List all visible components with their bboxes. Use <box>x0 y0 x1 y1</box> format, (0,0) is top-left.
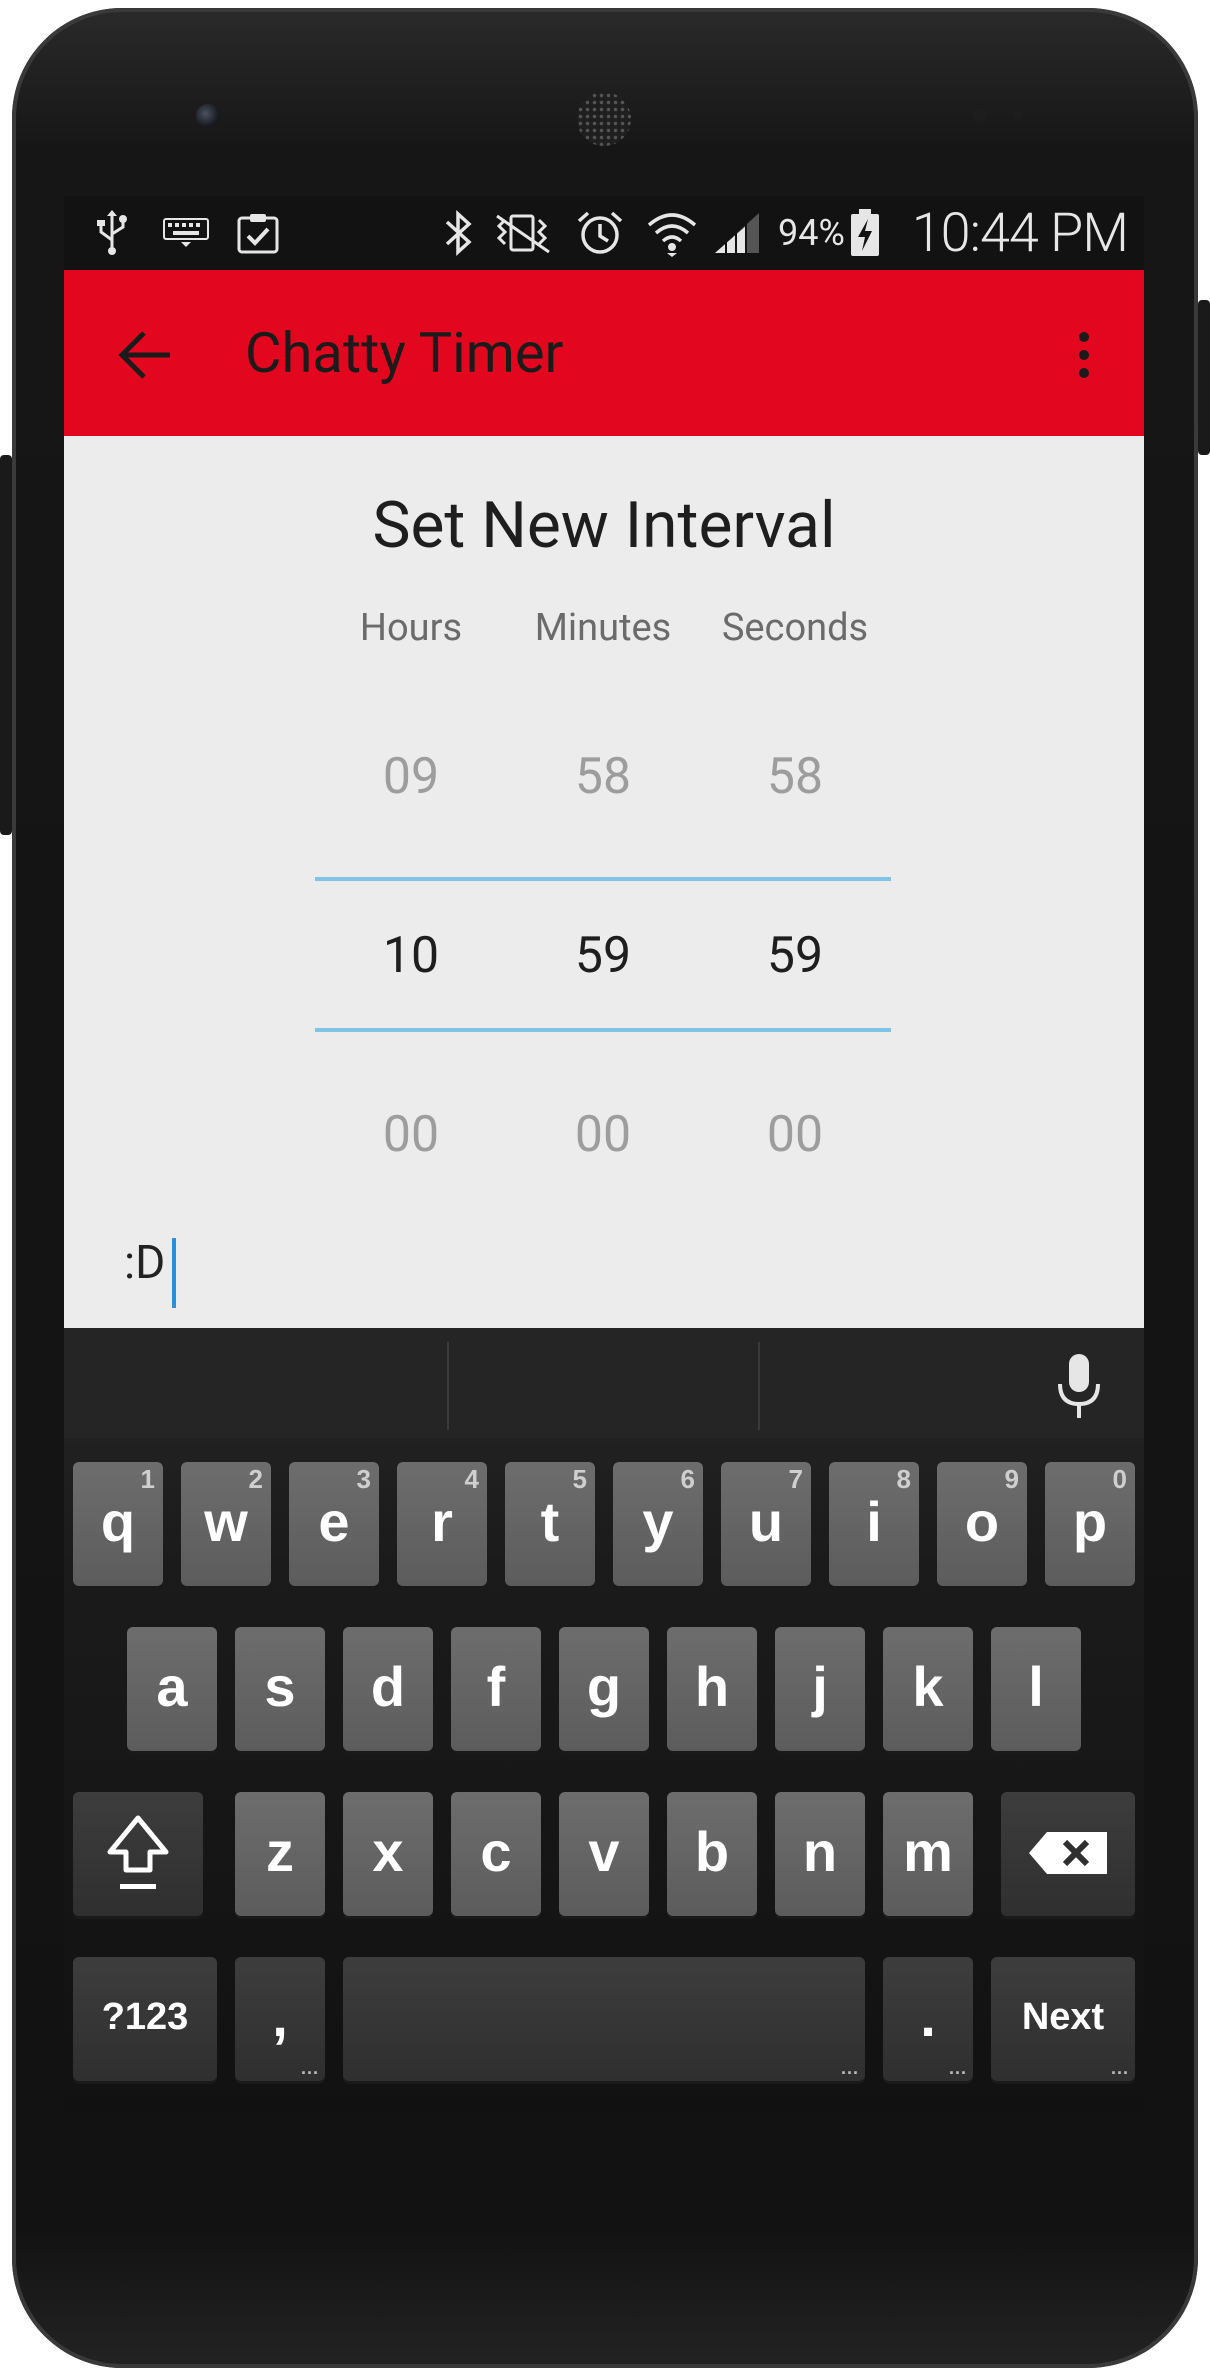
hours-next[interactable]: 00 <box>311 1106 511 1164</box>
suggestion-strip <box>64 1328 1144 1438</box>
key-s[interactable]: s <box>235 1627 325 1751</box>
key-t[interactable]: 5t <box>505 1462 595 1586</box>
column-header-minutes: Minutes <box>534 606 672 650</box>
picker-divider-top <box>315 877 891 881</box>
microphone-icon[interactable] <box>1054 1352 1104 1422</box>
vibrate-mute-icon <box>490 210 554 256</box>
minutes-selected[interactable]: 59 <box>503 927 703 985</box>
seconds-selected[interactable]: 59 <box>695 927 895 985</box>
front-camera <box>196 104 220 128</box>
hours-selected[interactable]: 10 <box>311 927 511 985</box>
picker-divider-bottom <box>315 1028 891 1032</box>
wifi-icon <box>644 210 700 257</box>
message-input[interactable]: :D <box>124 1236 165 1290</box>
overflow-menu-icon[interactable] <box>1064 325 1104 385</box>
comma-key[interactable]: ,... <box>235 1957 325 2081</box>
clipboard-check-icon <box>234 210 282 256</box>
period-key[interactable]: .... <box>883 1957 973 2081</box>
seconds-previous[interactable]: 58 <box>695 748 895 806</box>
backspace-key[interactable] <box>1001 1792 1135 1916</box>
key-c[interactable]: c <box>451 1792 541 1916</box>
bluetooth-icon <box>438 210 478 256</box>
column-header-seconds: Seconds <box>721 606 869 650</box>
key-f[interactable]: f <box>451 1627 541 1751</box>
key-w[interactable]: 2w <box>181 1462 271 1586</box>
earpiece-speaker <box>577 92 631 146</box>
key-l[interactable]: l <box>991 1627 1081 1751</box>
key-q[interactable]: 1q <box>73 1462 163 1586</box>
shift-icon <box>107 1815 169 1889</box>
clock: 10:44 PM <box>911 202 1129 265</box>
key-y[interactable]: 6y <box>613 1462 703 1586</box>
key-p[interactable]: 0p <box>1045 1462 1135 1586</box>
key-u[interactable]: 7u <box>721 1462 811 1586</box>
column-header-hours: Hours <box>359 606 463 650</box>
symbols-key[interactable]: ?123 <box>73 1957 217 2081</box>
signal-icon <box>712 210 762 256</box>
soft-keyboard: 1q 2w 3e 4r 5t 6y 7u 8i 9o 0p a s d f g … <box>64 1328 1144 2113</box>
alarm-icon <box>574 210 626 256</box>
key-x[interactable]: x <box>343 1792 433 1916</box>
space-key[interactable]: ... <box>343 1957 865 2081</box>
key-o[interactable]: 9o <box>937 1462 1027 1586</box>
hours-previous[interactable]: 09 <box>311 748 511 806</box>
suggestion-divider <box>758 1342 760 1430</box>
text-cursor <box>172 1238 176 1308</box>
keyboard-icon <box>162 210 210 256</box>
status-bar: 94% 10:44 PM <box>64 196 1144 270</box>
key-g[interactable]: g <box>559 1627 649 1751</box>
power-button <box>1198 300 1210 455</box>
key-b[interactable]: b <box>667 1792 757 1916</box>
key-a[interactable]: a <box>127 1627 217 1751</box>
interval-dialog: Set New Interval Hours Minutes Seconds 0… <box>64 436 1144 1328</box>
key-z[interactable]: z <box>235 1792 325 1916</box>
back-arrow-icon[interactable] <box>116 325 176 385</box>
key-e[interactable]: 3e <box>289 1462 379 1586</box>
key-n[interactable]: n <box>775 1792 865 1916</box>
key-j[interactable]: j <box>775 1627 865 1751</box>
usb-icon <box>94 210 130 256</box>
toolbar-title: Chatty Timer <box>245 320 564 386</box>
minutes-previous[interactable]: 58 <box>503 748 703 806</box>
key-i[interactable]: 8i <box>829 1462 919 1586</box>
next-key[interactable]: Next... <box>991 1957 1135 2081</box>
key-k[interactable]: k <box>883 1627 973 1751</box>
battery-percent: 94% <box>778 212 845 254</box>
seconds-next[interactable]: 00 <box>695 1106 895 1164</box>
suggestion-divider <box>447 1342 449 1430</box>
volume-button <box>0 455 12 835</box>
key-h[interactable]: h <box>667 1627 757 1751</box>
app-toolbar: Chatty Timer <box>64 270 1144 436</box>
key-r[interactable]: 4r <box>397 1462 487 1586</box>
shift-key[interactable] <box>73 1792 203 1916</box>
key-v[interactable]: v <box>559 1792 649 1916</box>
backspace-icon <box>1029 1832 1107 1874</box>
key-d[interactable]: d <box>343 1627 433 1751</box>
screen: 94% 10:44 PM Chatty Timer Set New Interv… <box>64 196 1144 2113</box>
minutes-next[interactable]: 00 <box>503 1106 703 1164</box>
battery-charging-icon <box>848 209 882 256</box>
proximity-sensor <box>972 108 986 122</box>
page-title: Set New Interval <box>372 488 836 563</box>
key-m[interactable]: m <box>883 1792 973 1916</box>
light-sensor <box>1012 110 1022 120</box>
